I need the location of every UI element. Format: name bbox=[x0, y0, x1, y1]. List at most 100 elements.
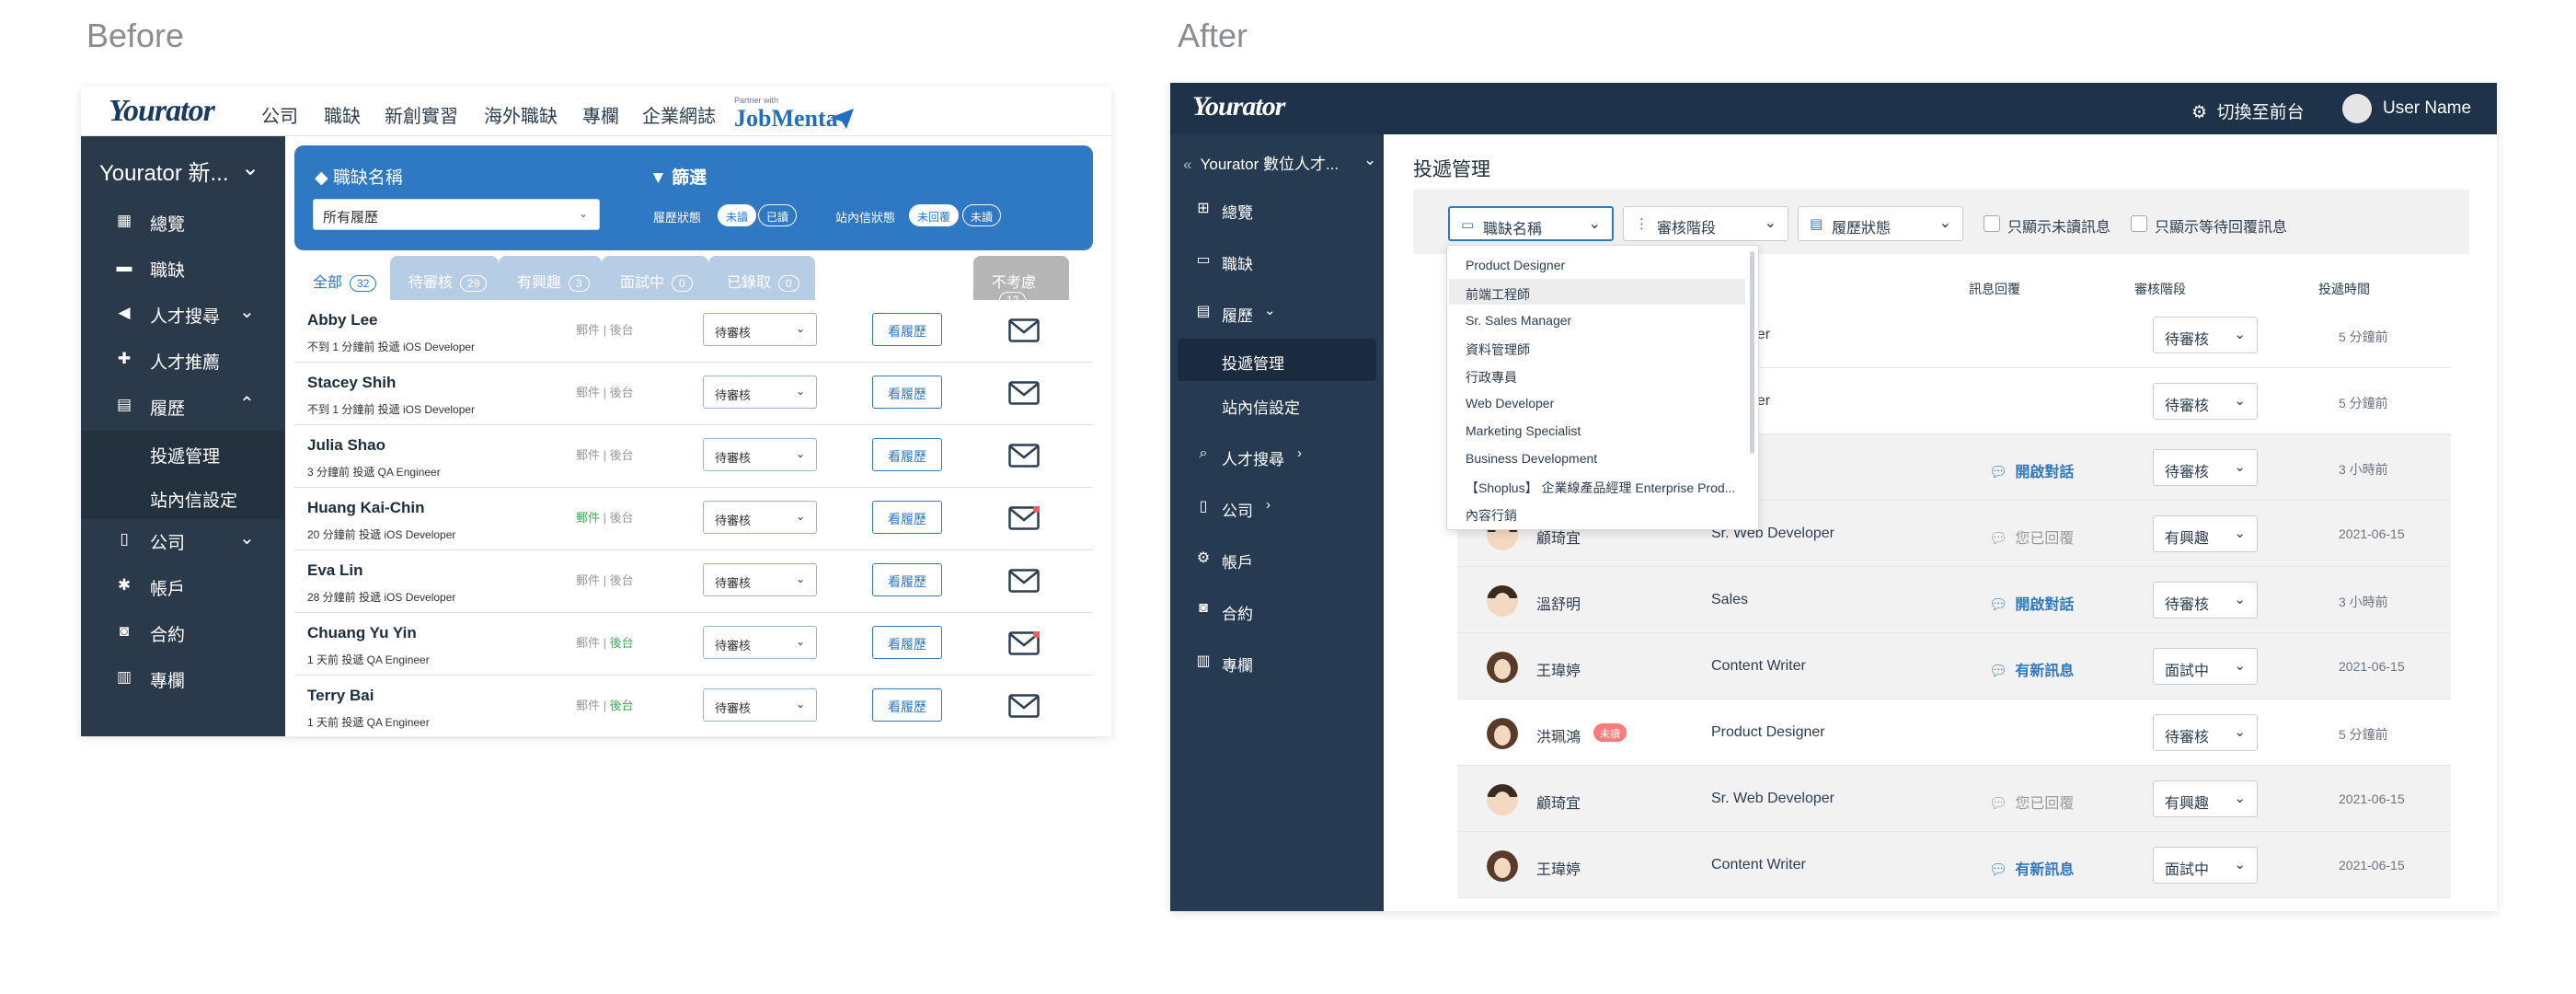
message-status[interactable]: 💬︎ 開啟對話 bbox=[1989, 459, 2074, 481]
status-select[interactable]: 待審核 ⌄ bbox=[703, 501, 817, 534]
dropdown-option[interactable]: 內容行銷 bbox=[1449, 500, 1745, 526]
tab-all[interactable]: 全部 32 bbox=[294, 256, 390, 300]
sidebar-item-contract[interactable]: ◙ 合約 bbox=[1170, 591, 1384, 630]
sidebar-item-overview[interactable]: ▦ 總覽 bbox=[81, 201, 285, 241]
applicant-name[interactable]: Abby Lee bbox=[307, 311, 378, 329]
dropdown-option[interactable]: Sr. Sales Manager bbox=[1449, 306, 1745, 332]
dropdown-option[interactable]: Web Developer bbox=[1449, 389, 1745, 415]
backend-link[interactable]: 後台 bbox=[610, 448, 634, 462]
mail-link[interactable]: 郵件 bbox=[576, 511, 600, 525]
backend-link[interactable]: 後台 bbox=[610, 699, 634, 712]
envelope-icon[interactable] bbox=[1008, 381, 1040, 405]
tab-hired[interactable]: 已錄取 0 bbox=[708, 256, 815, 300]
sidebar-item-company[interactable]: ▯ 公司 › bbox=[1170, 488, 1384, 526]
applicant-name[interactable]: Chuang Yu Yin bbox=[307, 624, 417, 642]
sidebar-item-account[interactable]: ⚙ 帳戶 bbox=[1170, 539, 1384, 578]
status-select[interactable]: 待審核 ⌄ bbox=[703, 563, 817, 596]
dropdown-option[interactable]: 前端工程師 bbox=[1449, 279, 1745, 305]
sidebar-item-account[interactable]: ✱ 帳戶 bbox=[81, 565, 285, 606]
sidebar-item-column[interactable]: ▥ 專欄 bbox=[81, 657, 285, 698]
sidebar-company-name[interactable]: « Yourator 數位人才... ⌄ bbox=[1183, 151, 1376, 174]
partner-logo[interactable]: JobMenta bbox=[734, 105, 838, 133]
applicant-row[interactable]: 洪珮鴻 未讀 Product Designer 待審核 ⌄ 5 分鐘前 bbox=[1457, 699, 2451, 766]
dropdown-option[interactable]: Product Designer bbox=[1449, 251, 1745, 277]
sidebar-item-talent-search[interactable]: ⌕ 人才搜尋 › bbox=[1170, 436, 1384, 475]
review-stage-select[interactable]: 待審核 ⌄ bbox=[2153, 714, 2258, 751]
view-resume-button[interactable]: 看履歷 bbox=[872, 438, 942, 471]
message-status[interactable]: 💬︎ 有新訊息 bbox=[1989, 857, 2074, 879]
review-stage-select[interactable]: 待審核 ⌄ bbox=[2153, 317, 2258, 353]
resume-status-filter[interactable]: ▤ 履歷狀態 ⌄ bbox=[1798, 206, 1963, 241]
applicant-name[interactable]: Terry Bai bbox=[307, 687, 374, 705]
sidebar-sub-message-settings[interactable]: 站內信設定 bbox=[1178, 383, 1376, 425]
message-status-unreplied[interactable]: 未回覆 bbox=[909, 204, 960, 226]
envelope-icon[interactable] bbox=[1008, 569, 1040, 593]
dropdown-option[interactable]: Marketing Specialist bbox=[1449, 417, 1745, 443]
review-stage-select[interactable]: 有興趣 ⌄ bbox=[2153, 515, 2258, 552]
view-resume-button[interactable]: 看履歷 bbox=[872, 563, 942, 596]
mail-link[interactable]: 郵件 bbox=[576, 386, 600, 399]
status-select[interactable]: 待審核 ⌄ bbox=[703, 376, 817, 409]
review-stage-select[interactable]: 待審核 ⌄ bbox=[2153, 383, 2258, 420]
nav-link-blog[interactable]: 企業網誌 bbox=[642, 101, 716, 128]
nav-link-internship[interactable]: 新創實習 bbox=[385, 101, 458, 128]
sidebar-item-recommend[interactable]: ✚ 人才推薦 bbox=[81, 339, 285, 379]
nav-link-overseas[interactable]: 海外職缺 bbox=[484, 101, 558, 128]
applicant-row[interactable]: 溫舒明 Sales 💬︎ 開啟對話 待審核 ⌄ 3 小時前 bbox=[1457, 567, 2451, 633]
review-stage-select[interactable]: 面試中 ⌄ bbox=[2153, 648, 2258, 685]
avatar[interactable] bbox=[2342, 94, 2372, 123]
nav-link-company[interactable]: 公司 bbox=[261, 101, 298, 128]
view-resume-button[interactable]: 看履歷 bbox=[872, 626, 942, 659]
nav-link-jobs[interactable]: 職缺 bbox=[324, 101, 361, 128]
mail-link[interactable]: 郵件 bbox=[576, 573, 600, 587]
message-status[interactable]: 💬︎ 有新訊息 bbox=[1989, 658, 2074, 680]
status-select[interactable]: 待審核 ⌄ bbox=[703, 313, 817, 346]
backend-link[interactable]: 後台 bbox=[610, 573, 634, 587]
awaiting-reply-checkbox[interactable] bbox=[2131, 215, 2147, 232]
sidebar-item-resume[interactable]: ▤ 履歷 ⌄ bbox=[1170, 293, 1384, 331]
mail-link[interactable]: 郵件 bbox=[576, 323, 600, 337]
applicant-name[interactable]: 顧琦宜 bbox=[1536, 791, 1581, 813]
review-stage-select[interactable]: 面試中 ⌄ bbox=[2153, 847, 2258, 884]
tab-pending[interactable]: 待審核 29 bbox=[390, 256, 499, 300]
view-resume-button[interactable]: 看履歷 bbox=[872, 313, 942, 346]
status-select[interactable]: 待審核 ⌄ bbox=[703, 626, 817, 659]
nav-link-column[interactable]: 專欄 bbox=[582, 101, 619, 128]
tab-interviewing[interactable]: 面試中 0 bbox=[602, 256, 708, 300]
status-select[interactable]: 待審核 ⌄ bbox=[703, 438, 817, 471]
dropdown-option[interactable]: 【Shoplus】 企業線產品經理 Enterprise Prod... bbox=[1449, 472, 1745, 498]
dropdown-option[interactable]: 資料管理師 bbox=[1449, 334, 1745, 360]
envelope-icon[interactable] bbox=[1008, 631, 1040, 655]
tab-rejected[interactable]: 不考慮12 bbox=[973, 256, 1069, 308]
applicant-name[interactable]: Eva Lin bbox=[307, 561, 362, 580]
review-stage-select[interactable]: 待審核 ⌄ bbox=[2153, 582, 2258, 618]
resume-status-unread[interactable]: 未讀 bbox=[718, 204, 757, 226]
applicant-name[interactable]: Julia Shao bbox=[307, 436, 385, 455]
scrollbar[interactable] bbox=[1750, 251, 1754, 454]
switch-frontend-button[interactable]: ⚙ 切換至前台 bbox=[2191, 98, 2305, 123]
mail-link[interactable]: 郵件 bbox=[576, 636, 600, 650]
sidebar-sub-apply-manage[interactable]: 投遞管理 bbox=[81, 431, 285, 475]
tab-interested[interactable]: 有興趣 3 bbox=[499, 256, 602, 300]
sidebar-item-jobs[interactable]: ▬ 職缺 bbox=[81, 247, 285, 287]
logo[interactable]: Yourator bbox=[1192, 91, 1285, 122]
user-name[interactable]: User Name bbox=[2383, 98, 2471, 119]
applicant-row[interactable]: 王瑋婷 Content Writer 💬︎ 有新訊息 面試中 ⌄ 2021-06-15 bbox=[1457, 832, 2451, 898]
applicant-name[interactable]: 洪珮鴻 bbox=[1536, 724, 1581, 746]
sidebar-sub-apply-manage[interactable]: 投遞管理 bbox=[1178, 339, 1376, 381]
backend-link[interactable]: 後台 bbox=[610, 636, 634, 650]
sidebar-sub-message-settings[interactable]: 站內信設定 bbox=[81, 475, 285, 519]
review-stage-filter[interactable]: ⋮ 審核階段 ⌄ bbox=[1623, 206, 1788, 241]
sidebar-item-contract[interactable]: ◙ 合約 bbox=[81, 611, 285, 652]
backend-link[interactable]: 後台 bbox=[610, 386, 634, 399]
sidebar-item-overview[interactable]: ⊞ 總覽 bbox=[1170, 190, 1384, 228]
status-select[interactable]: 待審核 ⌄ bbox=[703, 688, 817, 722]
mail-link[interactable]: 郵件 bbox=[576, 448, 600, 462]
job-name-filter[interactable]: ▭ 職缺名稱 ⌄ bbox=[1448, 206, 1614, 241]
view-resume-button[interactable]: 看履歷 bbox=[872, 376, 942, 409]
logo[interactable]: Yourator bbox=[109, 94, 215, 129]
view-resume-button[interactable]: 看履歷 bbox=[872, 688, 942, 722]
applicant-name[interactable]: 王瑋婷 bbox=[1536, 857, 1581, 879]
review-stage-select[interactable]: 待審核 ⌄ bbox=[2153, 449, 2258, 486]
sidebar-item-talent-search[interactable]: ◀ 人才搜尋 ⌄ bbox=[81, 293, 285, 333]
